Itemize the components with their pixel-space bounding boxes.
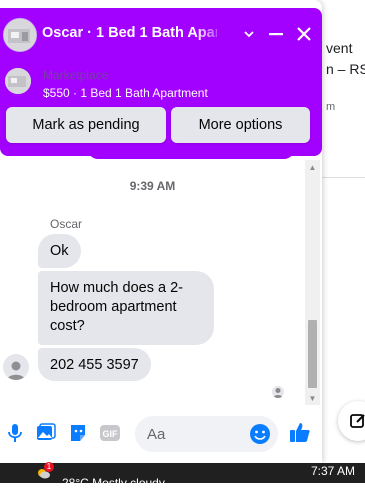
chat-header: Oscar · 1 Bed 1 Bath Apart Marketplace $… (0, 8, 322, 156)
message-bubble[interactable]: Ok (38, 234, 81, 268)
message-timestamp: 9:39 AM (129, 179, 176, 193)
header-tail (88, 149, 294, 159)
close-icon (297, 27, 311, 41)
emoji-icon[interactable] (249, 423, 271, 445)
new-message-button[interactable] (338, 401, 365, 441)
contact-avatar-small[interactable] (3, 354, 29, 380)
background-meta: m (326, 101, 336, 113)
more-options-button[interactable]: More options (171, 107, 310, 143)
chat-window: Oscar · 1 Bed 1 Bath Apart Marketplace $… (0, 0, 322, 463)
thumbs-up-icon[interactable] (289, 421, 311, 443)
edit-icon (350, 414, 365, 428)
windows-taskbar: 1 28°C Mostly cloudy 7:37 AM (0, 462, 365, 490)
mark-as-pending-button[interactable]: Mark as pending (6, 107, 166, 143)
scroll-down-icon[interactable]: ▼ (305, 391, 320, 405)
listing-thumbnail (5, 68, 31, 94)
seen-avatar-icon (272, 386, 284, 398)
title-fade (196, 22, 226, 44)
photo-icon[interactable] (35, 422, 57, 444)
listing-photo-icon (5, 68, 31, 94)
taskbar-clock[interactable]: 7:37 AM (311, 464, 355, 478)
chat-header-row: Oscar · 1 Bed 1 Bath Apart (0, 8, 322, 58)
marketplace-listing[interactable]: Marketplace $550 · 1 Bed 1 Bath Apartmen… (0, 64, 322, 104)
sticker-icon[interactable] (67, 422, 89, 444)
close-chat-button[interactable] (292, 22, 316, 46)
message-bubble[interactable]: How much does a 2-bedroom apartment cost… (38, 271, 214, 345)
background-event-title: vent (326, 40, 353, 56)
chat-title[interactable]: Oscar · 1 Bed 1 Bath Apart (42, 25, 217, 41)
listing-title: $550 · 1 Bed 1 Bath Apartment (43, 86, 208, 100)
message-scrollbar[interactable]: ▲ ▼ (305, 160, 320, 405)
message-bubble[interactable]: 202 455 3597 (38, 348, 151, 381)
background-divider (322, 177, 365, 178)
gif-icon[interactable]: GIF (99, 422, 121, 444)
contact-avatar[interactable] (3, 18, 37, 52)
message-composer: GIF Aa (0, 410, 322, 458)
gif-icon-label: GIF (103, 429, 119, 439)
chevron-down-icon[interactable] (237, 22, 261, 46)
minimize-icon (269, 33, 283, 36)
scrollbar-thumb[interactable] (308, 320, 317, 388)
message-thread: 9:39 AM Oscar Ok How much does a 2-bedro… (0, 160, 305, 400)
listing-photo-icon (4, 19, 36, 51)
weather-text[interactable]: 28°C Mostly cloudy (62, 476, 165, 490)
user-icon (7, 361, 25, 380)
listing-source: Marketplace (43, 68, 109, 82)
sender-name: Oscar (50, 217, 83, 231)
microphone-icon[interactable] (4, 422, 26, 444)
weather-badge: 1 (44, 462, 54, 472)
minimize-chat-button[interactable] (264, 22, 288, 46)
background-event-subtitle: n – RSV (326, 61, 365, 77)
scroll-up-icon[interactable]: ▲ (305, 160, 320, 174)
